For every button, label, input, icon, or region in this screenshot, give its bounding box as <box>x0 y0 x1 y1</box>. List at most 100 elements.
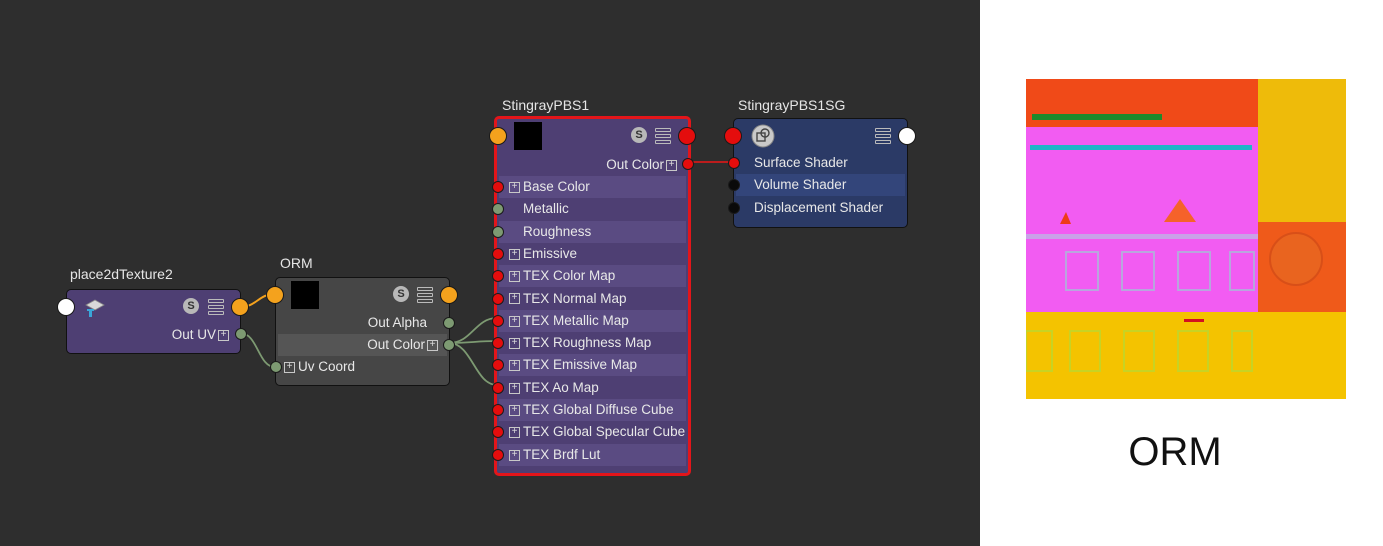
attribute-list-icon[interactable] <box>875 128 891 144</box>
sg-input-port[interactable] <box>724 127 742 145</box>
sg-surface-shader-port[interactable] <box>728 157 740 169</box>
stingray-out-color-row[interactable]: Out Color <box>499 154 686 176</box>
stingray-attr-label: Base Color <box>523 179 590 194</box>
stingray-attr-row[interactable]: TEX Roughness Map <box>499 332 686 354</box>
place2d-node-title[interactable]: place2dTexture2 <box>70 266 173 282</box>
expand-icon[interactable] <box>284 361 295 373</box>
expand-icon[interactable] <box>509 427 520 439</box>
expand-icon[interactable] <box>509 181 520 193</box>
orm-input-port[interactable] <box>266 286 284 304</box>
attribute-list-icon[interactable] <box>655 128 671 144</box>
attribute-list-icon[interactable] <box>208 299 224 315</box>
stingray-attr-row[interactable]: Roughness <box>499 220 686 243</box>
sg-surface-shader-row[interactable]: Surface Shader <box>736 152 905 174</box>
swatch-toggle-icon[interactable] <box>631 127 647 143</box>
stingray-attr-label: Metallic <box>523 201 569 217</box>
orm-output-port[interactable] <box>440 286 458 304</box>
orm-out-color-row[interactable]: Out Color <box>278 334 447 356</box>
stingray-attr-label: TEX Brdf Lut <box>523 446 601 462</box>
stingray-attr-row[interactable]: Emissive <box>499 243 686 265</box>
stingray-attr-label: TEX Color Map <box>523 268 616 284</box>
stingray-attr-row[interactable]: Metallic <box>499 198 686 220</box>
sg-volume-shader-row[interactable]: Volume Shader <box>736 174 905 196</box>
wire-outcolor-to-roughness-map[interactable] <box>448 340 498 344</box>
stingray-attr-input-port[interactable] <box>492 404 504 416</box>
expand-icon[interactable] <box>509 449 520 461</box>
sg-node-title[interactable]: StingrayPBS1SG <box>738 97 845 113</box>
stingray-attr-row[interactable]: TEX Brdf Lut <box>499 443 686 466</box>
stingray-attr-input-port[interactable] <box>492 337 504 350</box>
orm-out-alpha-label: Out Alpha <box>367 315 427 330</box>
color-swatch-icon <box>514 122 542 150</box>
swatch-toggle-icon[interactable] <box>183 298 199 314</box>
stingray-attr-row[interactable]: Base Color <box>499 176 686 198</box>
sg-volume-shader-port[interactable] <box>728 179 740 191</box>
stingray-attr-input-port[interactable] <box>492 381 504 394</box>
sg-displacement-shader-port[interactable] <box>728 202 740 214</box>
stingray-attr-label: TEX Normal Map <box>523 290 627 306</box>
expand-icon[interactable] <box>509 293 520 305</box>
swatch-toggle-icon[interactable] <box>393 286 409 302</box>
expand-icon[interactable] <box>509 271 520 283</box>
stingray-attr-row[interactable]: TEX Color Map <box>499 265 686 288</box>
stingray-attr-row[interactable]: TEX Global Diffuse Cube <box>499 399 686 421</box>
orm-out-color-port[interactable] <box>443 339 455 351</box>
stingray-attr-input-port[interactable] <box>492 181 504 193</box>
orm-uv-coord-port[interactable] <box>270 361 282 373</box>
color-swatch-icon <box>291 281 319 309</box>
stingray-attr-row[interactable]: TEX Normal Map <box>499 288 686 310</box>
stingray-attr-row[interactable]: TEX Metallic Map <box>499 309 686 332</box>
stingray-attr-input-port[interactable] <box>492 247 504 260</box>
stingray-attr-row[interactable]: TEX Global Specular Cube <box>499 421 686 443</box>
sg-node[interactable]: Surface Shader Volume Shader Displacemen… <box>724 118 916 228</box>
stingray-node-title[interactable]: StingrayPBS1 <box>502 97 589 113</box>
orm-node[interactable]: Out Alpha Out Color Uv Coord <box>266 277 458 386</box>
sg-displacement-shader-label: Displacement Shader <box>754 200 884 215</box>
place2d-out-uv-row[interactable]: Out UV <box>69 324 238 346</box>
stingray-node[interactable]: Out Color Base Color Metallic Roughness Emi… <box>489 116 696 476</box>
stingray-attr-input-port[interactable] <box>492 225 504 238</box>
stingray-attr-label: TEX Roughness Map <box>523 335 652 351</box>
place2d-node[interactable]: Out UV <box>57 289 249 354</box>
sg-surface-shader-label: Surface Shader <box>754 155 848 170</box>
stingray-attr-row[interactable]: TEX Emissive Map <box>499 354 686 377</box>
expand-icon[interactable] <box>218 329 229 341</box>
orm-out-alpha-row[interactable]: Out Alpha <box>278 312 447 334</box>
shading-group-icon <box>751 124 775 148</box>
place2d-output-port[interactable] <box>231 298 249 316</box>
preview-caption: ORM <box>1128 430 1222 474</box>
wire-outcolor-to-metallic-map[interactable] <box>448 317 498 344</box>
expand-icon[interactable] <box>509 404 520 416</box>
expand-icon[interactable] <box>509 360 520 372</box>
attribute-list-icon[interactable] <box>417 287 433 303</box>
wire-outcolor-to-ao-map[interactable] <box>448 342 498 386</box>
node-editor[interactable]: place2dTexture2 Out UV ORM Out Alpha Out… <box>0 0 980 546</box>
expand-icon[interactable] <box>509 382 520 394</box>
stingray-attr-label: Roughness <box>523 223 592 239</box>
stingray-attr-label: TEX Global Specular Cube <box>523 424 686 440</box>
place2d-out-uv-label: Out UV <box>171 327 216 342</box>
sg-volume-shader-label: Volume Shader <box>754 177 847 192</box>
sg-output-port[interactable] <box>898 127 916 145</box>
orm-texture-image <box>1026 79 1346 399</box>
orm-uv-coord-row[interactable]: Uv Coord <box>278 356 447 378</box>
stingray-input-port[interactable] <box>489 127 507 145</box>
sg-displacement-shader-row[interactable]: Displacement Shader <box>736 197 905 219</box>
orm-out-alpha-port[interactable] <box>443 317 455 329</box>
expand-icon[interactable] <box>509 338 520 350</box>
expand-icon[interactable] <box>509 248 520 260</box>
stingray-attr-row[interactable]: TEX Ao Map <box>499 377 686 399</box>
stingray-out-color-port[interactable] <box>682 158 694 170</box>
stingray-attr-input-port[interactable] <box>492 314 504 327</box>
stingray-attr-input-port[interactable] <box>492 292 504 305</box>
stingray-output-port[interactable] <box>678 127 696 145</box>
orm-node-title[interactable]: ORM <box>280 255 313 271</box>
stingray-attr-input-port[interactable] <box>492 448 504 461</box>
expand-icon[interactable] <box>666 159 677 171</box>
place2d-out-uv-port[interactable] <box>235 328 247 340</box>
expand-icon[interactable] <box>509 315 520 327</box>
stingray-attr-label: TEX Ao Map <box>523 379 599 395</box>
stingray-out-color-label: Out Color <box>606 157 664 172</box>
place2d-input-port[interactable] <box>57 298 75 316</box>
expand-icon[interactable] <box>427 339 438 351</box>
